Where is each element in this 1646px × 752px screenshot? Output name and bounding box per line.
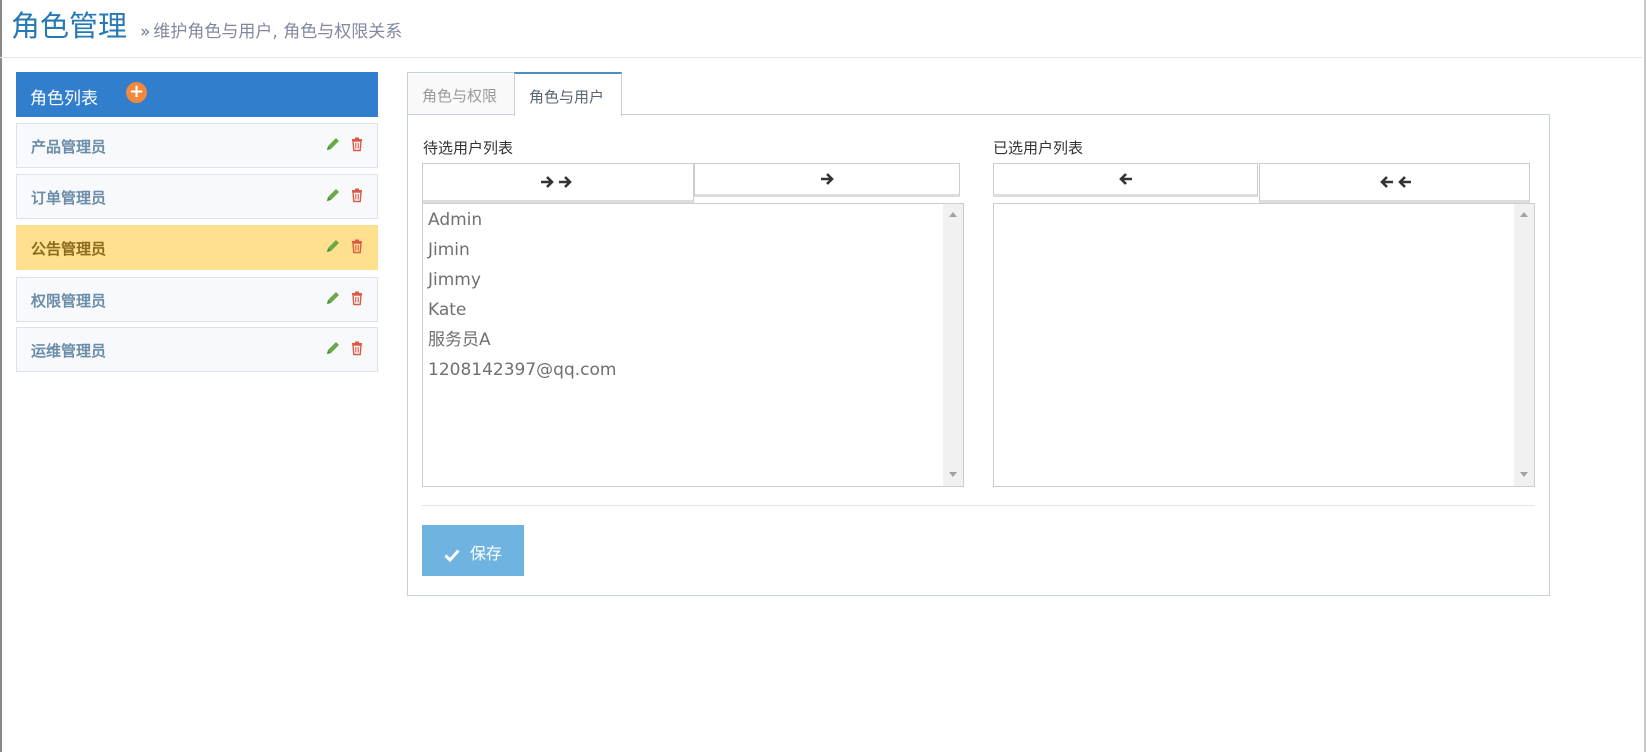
role-item-label: 产品管理员 [31, 138, 107, 156]
trash-icon[interactable] [349, 136, 365, 152]
role-list-header: 角色列表 + [16, 72, 378, 117]
trash-icon[interactable] [349, 187, 365, 203]
available-user-option[interactable]: Admin [428, 208, 616, 238]
check-icon [444, 549, 460, 563]
scroll-down-arrow-icon[interactable] [1520, 472, 1528, 477]
scroll-up-arrow-icon[interactable] [1520, 212, 1528, 217]
tab-role-permission[interactable]: 角色与权限 [407, 72, 515, 115]
role-item-notice[interactable]: 公告管理员 [16, 225, 378, 270]
scroll-up-arrow-icon[interactable] [949, 212, 957, 217]
selected-users-scrollbar[interactable] [1514, 204, 1534, 486]
available-user-option[interactable]: Jimin [428, 238, 616, 268]
trash-icon[interactable] [349, 290, 365, 306]
page-title: 角色管理 [11, 9, 128, 43]
role-item-order[interactable]: 订单管理员 [16, 174, 378, 219]
available-users-listbox[interactable]: Admin Jimin Jimmy Kate 服务员A 1208142397@q… [422, 203, 964, 487]
scroll-down-arrow-icon[interactable] [949, 472, 957, 477]
save-button-label: 保存 [470, 544, 503, 563]
page-subtitle: » 维护角色与用户, 角色与权限关系 [140, 17, 402, 42]
move-all-left-button[interactable] [1259, 163, 1530, 203]
arrow-left-icon [1118, 173, 1132, 185]
available-users-scrollbar[interactable] [943, 204, 963, 486]
role-item-permission[interactable]: 权限管理员 [16, 277, 378, 322]
available-user-option[interactable]: Kate [428, 298, 616, 328]
pencil-icon[interactable] [325, 340, 341, 356]
plus-circle-icon[interactable]: + [126, 82, 147, 103]
trash-icon[interactable] [349, 238, 365, 254]
double-arrow-right-icon [541, 176, 572, 188]
page-header: 角色管理 » 维护角色与用户, 角色与权限关系 [0, 0, 1642, 58]
available-user-option[interactable]: 1208142397@qq.com [428, 358, 616, 388]
move-left-button[interactable] [993, 163, 1258, 197]
double-chevron-icon: » [140, 22, 151, 42]
available-users-label: 待选用户列表 [423, 139, 514, 157]
available-user-option[interactable]: 服务员A [428, 328, 616, 358]
arrow-right-icon [821, 173, 834, 185]
role-item-label: 运维管理员 [31, 342, 107, 360]
role-item-ops[interactable]: 运维管理员 [16, 327, 378, 372]
selected-users-label: 已选用户列表 [993, 139, 1084, 157]
role-item-product[interactable]: 产品管理员 [16, 123, 378, 168]
form-divider [422, 505, 1535, 506]
pencil-icon[interactable] [325, 238, 341, 254]
available-user-option[interactable]: Jimmy [428, 268, 616, 298]
role-list-title: 角色列表 [30, 89, 98, 109]
selected-users-listbox[interactable] [993, 203, 1535, 487]
save-button[interactable]: 保存 [422, 525, 524, 576]
pencil-icon[interactable] [325, 136, 341, 152]
pencil-icon[interactable] [325, 290, 341, 306]
double-arrow-left-icon [1379, 176, 1411, 188]
tab-role-user[interactable]: 角色与用户 [514, 72, 622, 116]
move-right-button[interactable] [694, 163, 960, 197]
role-item-label: 订单管理员 [31, 189, 107, 207]
page-subtitle-text: 维护角色与用户, 角色与权限关系 [153, 22, 403, 42]
trash-icon[interactable] [349, 340, 365, 356]
pencil-icon[interactable] [325, 187, 341, 203]
role-item-label: 权限管理员 [31, 292, 107, 310]
role-item-label: 公告管理员 [31, 240, 107, 258]
move-all-right-button[interactable] [422, 163, 694, 203]
